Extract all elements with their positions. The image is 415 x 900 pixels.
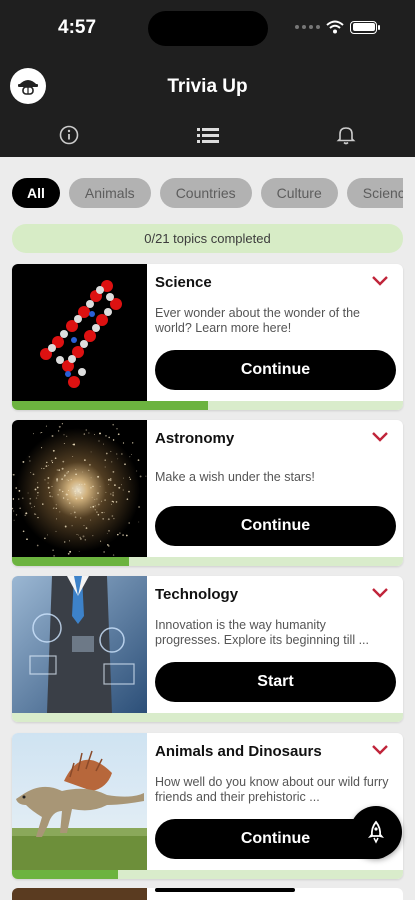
topic-card-science[interactable]: Science Ever wonder about the wonder of … xyxy=(12,264,403,410)
topic-description: Ever wonder about the wonder of the worl… xyxy=(155,306,360,335)
topics-completed-banner: 0/21 topics completed xyxy=(12,224,403,253)
chevron-down-icon[interactable] xyxy=(371,430,389,444)
info-button[interactable] xyxy=(56,122,82,148)
topic-description: How well do you know about our wild furr… xyxy=(155,775,389,804)
topic-progress-bar xyxy=(12,870,403,879)
topic-description: Innovation is the way humanity progresse… xyxy=(155,618,369,647)
list-icon xyxy=(197,128,219,143)
topic-card-next[interactable] xyxy=(12,888,403,900)
info-icon xyxy=(59,125,79,145)
filter-chip-countries[interactable]: Countries xyxy=(159,178,252,208)
rocket-icon xyxy=(368,820,384,844)
status-icons xyxy=(295,20,380,34)
topic-title: Science xyxy=(155,274,212,291)
astronomy-galaxy-image xyxy=(12,420,147,557)
start-button[interactable]: Start xyxy=(155,662,396,702)
page-title: Trivia Up xyxy=(167,76,248,97)
topic-title-placeholder xyxy=(155,888,295,892)
technology-businessman-image xyxy=(12,576,147,713)
topic-progress-bar xyxy=(12,401,403,410)
topic-card-technology[interactable]: Technology Innovation is the way humanit… xyxy=(12,576,403,722)
chevron-down-icon[interactable] xyxy=(371,274,389,288)
filter-chip-all[interactable]: All xyxy=(12,178,60,208)
dinosaur-image xyxy=(12,733,147,870)
chevron-down-icon[interactable] xyxy=(371,586,389,600)
notifications-button[interactable] xyxy=(333,122,359,148)
topic-card-astronomy[interactable]: Astronomy Make a wish under the stars! C… xyxy=(12,420,403,566)
bell-icon xyxy=(336,127,356,145)
chevron-down-icon[interactable] xyxy=(371,743,389,757)
category-filter-bar: All Animals Countries Culture Science xyxy=(12,178,403,208)
filter-chip-science[interactable]: Science xyxy=(346,178,403,208)
cellular-signal-icon xyxy=(295,25,320,29)
filter-chip-culture[interactable]: Culture xyxy=(260,178,338,208)
app-header: 4:57 Trivia Up xyxy=(0,0,415,157)
topic-progress-bar xyxy=(12,713,403,722)
topic-title: Technology xyxy=(155,586,239,603)
science-molecule-image xyxy=(12,264,147,401)
status-time: 4:57 xyxy=(58,17,97,38)
topic-card-animals-dinosaurs[interactable]: Animals and Dinosaurs How well do you kn… xyxy=(12,733,403,879)
rocket-fab-button[interactable] xyxy=(350,806,402,858)
continue-button[interactable]: Continue xyxy=(155,506,396,546)
filter-chip-animals[interactable]: Animals xyxy=(68,178,151,208)
topic-description: Make a wish under the stars! xyxy=(155,470,315,484)
topic-title: Astronomy xyxy=(155,430,235,447)
battery-icon xyxy=(350,20,380,34)
topic-image xyxy=(12,888,147,900)
topic-progress-bar xyxy=(12,557,403,566)
continue-button[interactable]: Continue xyxy=(155,350,396,390)
topics-list-button[interactable] xyxy=(195,122,221,148)
topic-title: Animals and Dinosaurs xyxy=(155,743,322,760)
dynamic-island xyxy=(148,11,268,46)
wifi-icon xyxy=(326,20,344,34)
